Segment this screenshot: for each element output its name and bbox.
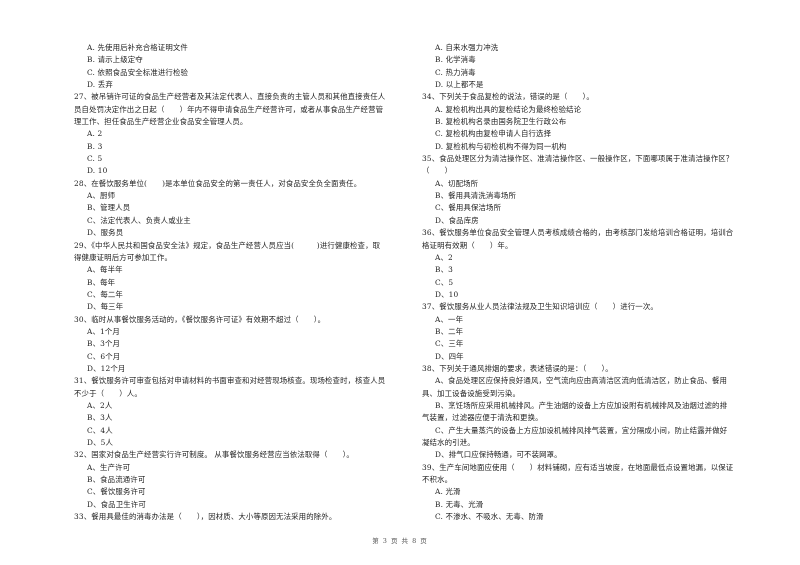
answer-option: D、四年 (435, 351, 464, 361)
page-footer: 第 3 页 共 8 页 (372, 537, 428, 545)
answer-option: C. 5 (87, 154, 103, 164)
answer-option: D. 复检机构与初检机构不得为同一机构 (435, 141, 567, 151)
answer-option: B、烹饪场所应采用机械排风。产生油烟的设备上方应加设附有机械排风及油烟过滤的排 (435, 400, 728, 410)
question-text: 33、餐用具最佳的消毒办法是（ ），因材质、大小等原因无法采用的除外。 (74, 512, 337, 522)
question-text: 36、餐饮服务单位食品安全管理人员考核成绩合格的，由考核部门发给培训合格证明，培… (422, 228, 734, 238)
answer-option: B、每年 (87, 277, 116, 287)
question-text-continued: 员自处罚决定作出之日起（ ）年内不得申请食品生产经营许可，或者从事食品生产经营管 (74, 104, 384, 114)
question-text: 35、食品处理区分为清洁操作区、准清洁操作区、一般操作区，下面哪项属于准清洁操作… (422, 154, 734, 164)
question-text: 31、餐饮服务许可审查包括对申请材料的书面审查和对经营现场核查。现场检查时，核查… (74, 376, 386, 386)
answer-option: A. 复检机构出具的复检结论为最终检验结论 (435, 104, 582, 114)
answer-option: C、4人 (87, 425, 113, 435)
answer-option: A. 自来水强力冲洗 (435, 43, 499, 52)
question-text-continued: 格证明有效期（ ）年。 (422, 240, 513, 250)
answer-option: A. 2 (87, 129, 103, 139)
answer-option: B. 3 (87, 141, 103, 151)
left-column: A. 先使用后补充合格证明文件 B. 请示上级定夺 C. 依照食品安全标准进行检验 D… (74, 42, 414, 523)
answer-option: B、3人 (87, 413, 113, 423)
answer-option: B、食品流通许可 (87, 475, 146, 485)
answer-option: B. 复检机构名录由国务院卫生行政公布 (435, 117, 567, 127)
answer-option: C、餐饮服务许可 (87, 487, 146, 497)
answer-option: A、2 (435, 252, 453, 262)
answer-option: D、10 (435, 289, 459, 299)
question-text: 27、被吊销许可证的食品生产经营者及其法定代表人、直接负责的主管人员和其他直接责… (74, 92, 386, 102)
answer-option: D. 10 (87, 166, 108, 176)
question-text: 28、在餐饮服务单位( )是本单位食品安全的第一责任人，对食品安全负全面责任。 (74, 178, 362, 188)
answer-option: A、生产许可 (87, 462, 131, 472)
answer-option: D、每三年 (87, 302, 124, 312)
right-column: A. 自来水强力冲洗 B. 化学消毒 C. 热力消毒 D. 以上都不是 34、下列关于食… (422, 42, 772, 523)
answer-option: A、2人 (87, 400, 113, 410)
answer-option: D. 以上都不是 (435, 80, 484, 90)
answer-option-continued: 凝结水的引泄。 (422, 438, 475, 447)
answer-option: C. 热力消毒 (435, 67, 476, 77)
question-text-continued: 得健康证明后方可参加工作。 (74, 252, 173, 262)
answer-option: B、3个月 (87, 339, 121, 349)
answer-option: D、服务员 (87, 228, 124, 238)
answer-option: A、厨师 (87, 191, 116, 201)
question-text: 30、临时从事餐饮服务活动的，《餐饮服务许可证》有效期不超过（ ）。 (74, 314, 326, 324)
answer-option: D. 丢弃 (87, 80, 113, 90)
answer-option: A、切配场所 (435, 178, 479, 188)
answer-option: C、6个月 (87, 351, 121, 361)
question-text-continued: （ ） (422, 166, 453, 176)
answer-option: D、5人 (87, 438, 114, 447)
answer-option: C. 复检机构由复检申请人自行选择 (435, 129, 552, 139)
question-text: 29、《中华人民共和国食品安全法》规定，食品生产经营人员应当( )进行健康检查，… (74, 240, 381, 250)
answer-option: B. 无毒、光滑 (435, 499, 484, 509)
answer-option: B. 请示上级定夺 (87, 55, 143, 65)
answer-option: C. 不渗水、不吸水、无毒、防滑 (435, 512, 544, 522)
question-text: 34、下列关于食品复检的说法，错误的是（ ）。 (422, 92, 594, 102)
answer-option: A、每半年 (87, 265, 123, 275)
answer-option: C、三年 (435, 339, 464, 349)
answer-option: D、排气口应保持畅通，可不装网罩。 (435, 450, 562, 460)
answer-option: B、3 (435, 265, 453, 275)
answer-option: B、餐用具清洗消毒场所 (435, 191, 516, 201)
question-text: 38、下列关于通风排烟的要求，表述错误的是：（ ）。 (422, 363, 613, 373)
answer-option: A、一年 (435, 314, 464, 324)
answer-option: C. 依照食品安全标准进行检验 (87, 67, 189, 77)
answer-option: C、餐用具保洁场所 (435, 203, 502, 213)
answer-option: C、产生大量蒸汽的设备上方应加设机械排风排气装置，宜分隔成小间，防止结露并做好 (435, 425, 728, 435)
answer-option: C、法定代表人、负责人或业主 (87, 215, 191, 225)
answer-option: A. 光滑 (435, 487, 461, 497)
question-text: 39、生产车间地面应使用（ ）材料铺砌，应有适当坡度，在地面最低点设置地漏，以保… (422, 462, 734, 472)
answer-option: A. 先使用后补充合格证明文件 (87, 43, 188, 52)
answer-option-continued: 具、加工设备设施受到污染。 (422, 388, 521, 398)
answer-option: B. 化学消毒 (435, 55, 476, 65)
answer-option: C、5 (435, 277, 454, 287)
question-text-continued: 不积水。 (422, 475, 453, 485)
answer-option: D、食品卫生许可 (87, 499, 146, 509)
answer-option: D、12个月 (87, 363, 126, 373)
answer-option: B、二年 (435, 326, 464, 336)
answer-option: A、食品处理区应保持良好通风，空气流向应由高清洁区流向低清洁区，防止食品、餐用 (435, 376, 728, 386)
answer-option: B、管理人员 (87, 203, 131, 213)
question-text-continued: 不少于（ ）人。 (74, 388, 142, 398)
question-text-continued: 理工作、担任食品生产经营企业食品安全管理人员。 (74, 117, 248, 127)
question-text: 32、国家对食品生产经营实行许可制度。 从事餐饮服务经营应当依法取得（ ）。 (74, 450, 354, 460)
question-text: 37、餐饮服务从业人员法律法规及卫生知识培训应（ ）进行一次。 (422, 302, 658, 312)
answer-option: C、每二年 (87, 289, 123, 299)
answer-option: D、食品库房 (435, 215, 479, 225)
answer-option-continued: 气装置，过滤器应便于清洗和更换。 (422, 413, 543, 423)
answer-option: A、1个月 (87, 326, 120, 336)
